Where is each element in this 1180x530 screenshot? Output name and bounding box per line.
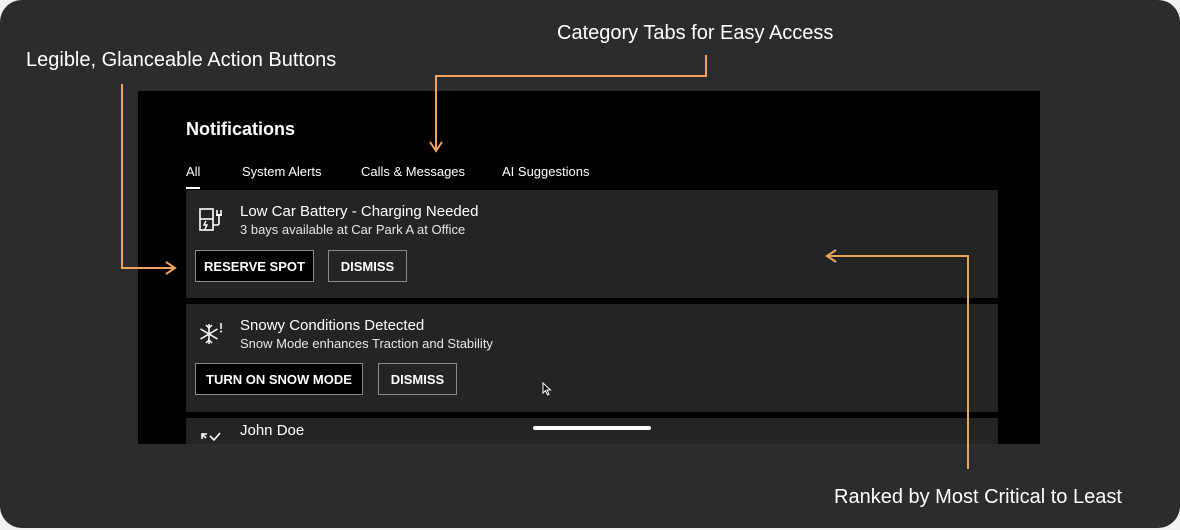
home-indicator[interactable] [533, 426, 651, 430]
tab-all[interactable]: All [186, 164, 201, 189]
notification-screen: Notifications All System Alerts Calls & … [138, 91, 1040, 444]
notification-subtitle: 3 bays available at Car Park A at Office [240, 222, 466, 237]
annotation-category-tabs: Category Tabs for Easy Access [557, 22, 834, 44]
reserve-spot-button[interactable]: RESERVE SPOT [195, 250, 314, 282]
tab-ai-suggestions[interactable]: AI Suggestions [502, 164, 589, 187]
presentation-frame: Legible, Glanceable Action Buttons Categ… [0, 0, 1180, 528]
page-title: Notifications [186, 119, 296, 139]
notification-card-battery: Low Car Battery - Charging Needed 3 bays… [186, 190, 998, 298]
notification-subtitle: Snow Mode enhances Traction and Stabilit… [240, 336, 493, 351]
notification-title: Snowy Conditions Detected [240, 317, 425, 334]
missed-call-icon [198, 430, 224, 444]
ev-charging-icon [198, 207, 224, 233]
notification-title: Low Car Battery - Charging Needed [240, 203, 479, 220]
dismiss-button[interactable]: DISMISS [378, 363, 457, 395]
tab-calls-messages[interactable]: Calls & Messages [361, 164, 465, 187]
notification-card-snow: Snowy Conditions Detected Snow Mode enha… [186, 304, 998, 412]
annotation-ranking: Ranked by Most Critical to Least [834, 486, 1122, 508]
tab-system-alerts[interactable]: System Alerts [242, 164, 321, 187]
annotation-action-buttons: Legible, Glanceable Action Buttons [26, 49, 337, 71]
dismiss-button[interactable]: DISMISS [328, 250, 407, 282]
mouse-cursor-icon [542, 381, 552, 401]
turn-on-snow-mode-button[interactable]: TURN ON SNOW MODE [195, 363, 363, 395]
notification-title: John Doe [240, 422, 305, 439]
notification-card-call: John Doe [186, 418, 998, 444]
snowflake-alert-icon [198, 321, 224, 347]
